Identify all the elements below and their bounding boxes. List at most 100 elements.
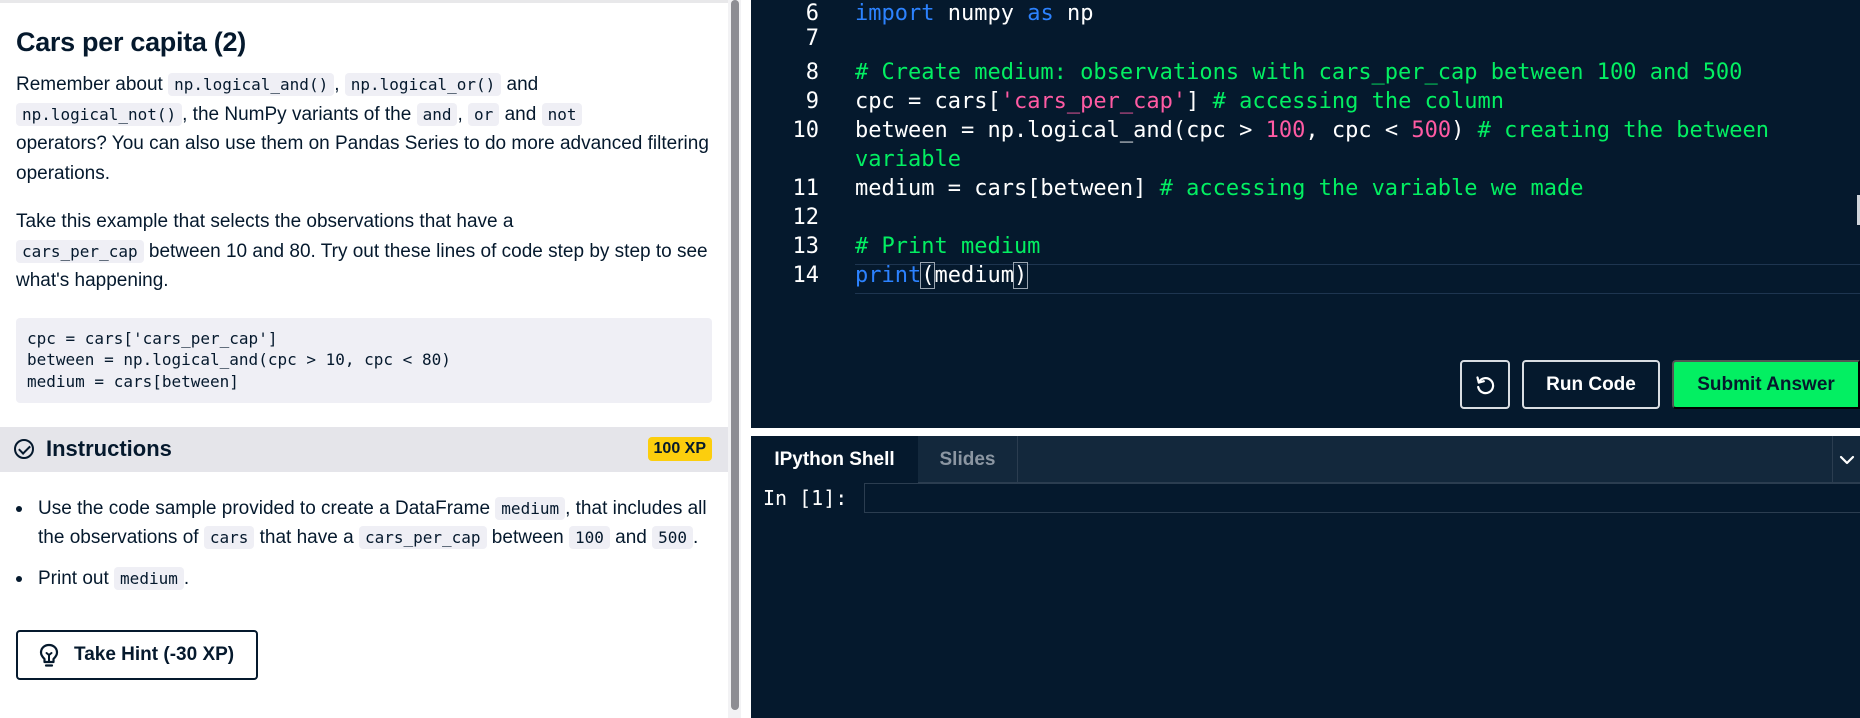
text: , the NumPy variants of the [182,103,417,125]
code-line[interactable]: 10 between = np.logical_and(cpc > 100, c… [751,118,1860,148]
console-prompt: In [1]: [763,486,848,510]
tab-ipython-shell[interactable]: IPython Shell [751,436,918,483]
code-text: numpy [934,1,1028,26]
tab-slides[interactable]: Slides [918,436,1018,483]
inline-code: cars_per_cap [16,239,144,263]
code-text: ] [1186,89,1213,114]
code-line[interactable]: 8 # Create medium: observations with car… [751,60,1860,90]
comment: variable [855,147,961,172]
exercise-title: Cars per capita (2) [16,27,246,57]
code-line[interactable]: 12 [751,205,1860,235]
line-number: 13 [792,234,820,259]
chevron-down-icon[interactable] [1832,436,1860,483]
line-source[interactable]: medium = cars[between] # accessing the v… [855,176,1583,201]
exercise-paragraph-2: Take this example that selects the obser… [16,207,712,296]
bracket-match: ( [920,262,936,289]
exercise-paragraph-1: Remember about np.logical_and(), np.logi… [16,70,712,188]
code-text: np [1053,1,1094,26]
line-source[interactable]: # Create medium: observations with cars_… [855,60,1742,85]
line-number: 8 [805,60,819,85]
take-hint-button[interactable]: Take Hint (-30 XP) [16,630,259,680]
check-circle-icon [14,439,34,459]
code-text: medium [934,263,1014,288]
console-tabs: IPython Shell Slides [751,436,1860,483]
inline-code: or [468,102,500,126]
line-source[interactable]: variable [855,147,961,172]
text: that have a [254,527,359,548]
number-literal: 500 [1411,118,1452,143]
inline-code: np.logical_not() [16,102,183,126]
code-line-active[interactable]: 14 print(medium) [751,262,1860,293]
inline-code: 500 [652,526,694,549]
pane-divider[interactable] [751,428,1860,436]
line-number: 10 [792,118,820,143]
text: . [693,527,699,548]
inline-code: and [416,102,458,126]
instruction-list: Use the code sample provided to create a… [0,494,728,594]
inline-code: np.logical_and() [168,73,335,96]
line-number: 12 [792,205,820,230]
code-line-wrap[interactable]: variable [751,147,1860,177]
text: Take this example that selects the obser… [16,211,514,232]
instruction-step: Print out medium. [16,564,728,594]
console-panel: IPython Shell Slides In [1]: [751,436,1860,718]
code-line[interactable]: 11 medium = cars[between] # accessing th… [751,176,1860,206]
line-source[interactable]: print(medium) [855,262,1029,289]
instructions-scrollbar[interactable] [728,0,741,718]
line-number: 11 [792,176,820,201]
code-text: ) [1451,118,1478,143]
reset-icon [1476,375,1495,394]
comment: # accessing the variable we made [1159,176,1584,201]
code-sample: cpc = cars['cars_per_cap'] between = np.… [16,317,712,403]
line-number: 7 [805,26,819,51]
line-source[interactable]: cpc = cars['cars_per_cap'] # accessing t… [855,89,1504,114]
code-text: , cpc < [1305,118,1412,143]
instruction-step: Use the code sample provided to create a… [16,494,728,553]
inline-code: medium [495,496,566,520]
number-literal: 100 [1265,118,1306,143]
inline-code: cars_per_cap [358,526,487,549]
line-source[interactable]: between = np.logical_and(cpc > 100, cpc … [855,118,1769,143]
builtin: print [855,263,922,288]
line-number: 9 [805,89,819,114]
inline-code: np.logical_or() [344,73,502,96]
code-line[interactable]: 7 [751,26,1860,56]
scrollbar-thumb[interactable] [731,0,739,710]
take-hint-label: Take Hint (-30 XP) [74,644,235,665]
line-source[interactable]: import numpy as np [855,1,1093,26]
text: Use the code sample provided to create a… [38,497,496,519]
inline-code: not [541,102,583,126]
reset-code-button[interactable] [1460,360,1510,409]
lightbulb-icon [39,643,59,667]
chevron-svg [1839,455,1854,464]
text: and [609,527,653,548]
string-literal: 'cars_per_cap' [1000,89,1187,114]
instructions-label: Instructions [46,436,172,461]
text: Print out [38,567,115,589]
text: . [183,567,190,589]
text: and [501,74,539,95]
code-text: medium = cars[between] [855,176,1160,201]
comment: # accessing the column [1212,89,1505,114]
code-line[interactable]: 13 # Print medium [751,234,1860,264]
exercise-panel: Cars per capita (2) Remember about np.lo… [0,0,728,718]
run-code-button[interactable]: Run Code [1522,360,1660,409]
inline-code: cars [203,526,255,549]
comment: # creating the between [1477,118,1769,143]
code-line[interactable]: 9 cpc = cars['cars_per_cap'] # accessing… [751,89,1860,119]
text: , [334,74,345,95]
text: Remember about [16,74,169,95]
code-text: between = np.logical_and(cpc > [855,118,1266,143]
panel-resize-handle[interactable] [741,0,751,718]
text: and [499,103,542,125]
text: operators? You can also use them on Pand… [16,133,709,184]
bracket-match: ) [1012,262,1029,289]
inline-code: medium [114,566,184,590]
text: , [457,103,469,125]
line-source[interactable]: # Print medium [855,234,1040,259]
instructions-header: Instructions 100 XP [0,426,728,472]
console-input[interactable] [864,483,1860,513]
keyword: import [855,1,935,26]
code-text: cpc = cars[ [855,89,1001,114]
submit-answer-button[interactable]: Submit Answer [1672,360,1860,409]
